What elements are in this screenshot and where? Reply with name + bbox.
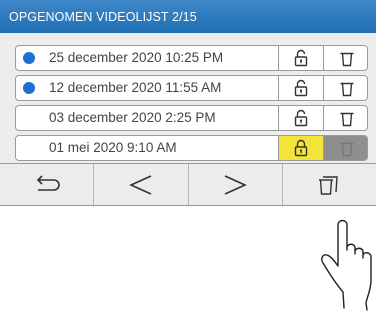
- unseen-dot-icon: [23, 82, 35, 94]
- trash-icon: [340, 112, 353, 126]
- delete-all-icon: [319, 175, 339, 195]
- recording-label: 01 mei 2020 9:10 AM: [49, 140, 177, 155]
- trash-icon: [340, 52, 353, 66]
- recording-row: 01 mei 2020 9:10 AM: [15, 135, 368, 161]
- trash-icon: [340, 82, 353, 96]
- protect-button[interactable]: [279, 46, 324, 70]
- protect-button[interactable]: [279, 76, 324, 100]
- delete-button[interactable]: [324, 76, 367, 100]
- recording-entry[interactable]: 03 december 2020 2:25 PM: [16, 106, 279, 130]
- recording-entry[interactable]: 25 december 2020 10:25 PM: [16, 46, 279, 70]
- back-icon: [36, 174, 60, 191]
- recording-row: 03 december 2020 2:25 PM: [15, 105, 368, 131]
- recording-entry[interactable]: 01 mei 2020 9:10 AM: [16, 136, 279, 160]
- locked-padlock-icon: [294, 139, 308, 157]
- delete-button-disabled: [324, 136, 367, 160]
- bottom-toolbar: [0, 163, 376, 205]
- recording-row: 25 december 2020 10:25 PM: [15, 45, 368, 71]
- unseen-dot-icon: [23, 52, 35, 64]
- monitor-screen: OPGENOMEN VIDEOLIJST 2/15 25 december 20…: [0, 0, 376, 206]
- next-icon: [224, 174, 248, 195]
- delete-button[interactable]: [324, 106, 367, 130]
- protect-button-active[interactable]: [279, 136, 324, 160]
- back-button[interactable]: [0, 164, 95, 205]
- previous-button[interactable]: [94, 164, 189, 205]
- pointing-hand-icon: [321, 219, 372, 311]
- protect-button[interactable]: [279, 106, 324, 130]
- recording-label: 03 december 2020 2:25 PM: [49, 110, 216, 125]
- delete-button[interactable]: [324, 46, 367, 70]
- unlocked-padlock-icon: [294, 79, 308, 97]
- unlocked-padlock-icon: [294, 49, 308, 67]
- unlocked-padlock-icon: [294, 109, 308, 127]
- recording-row: 12 december 2020 11:55 AM: [15, 75, 368, 101]
- previous-icon: [128, 174, 152, 195]
- recording-label: 25 december 2020 10:25 PM: [49, 50, 224, 65]
- delete-all-button[interactable]: [283, 164, 376, 205]
- next-button[interactable]: [189, 164, 283, 205]
- page-title: OPGENOMEN VIDEOLIJST 2/15: [0, 0, 376, 33]
- trash-icon: [340, 142, 353, 156]
- recording-entry[interactable]: 12 december 2020 11:55 AM: [16, 76, 279, 100]
- recording-label: 12 december 2020 11:55 AM: [49, 80, 222, 95]
